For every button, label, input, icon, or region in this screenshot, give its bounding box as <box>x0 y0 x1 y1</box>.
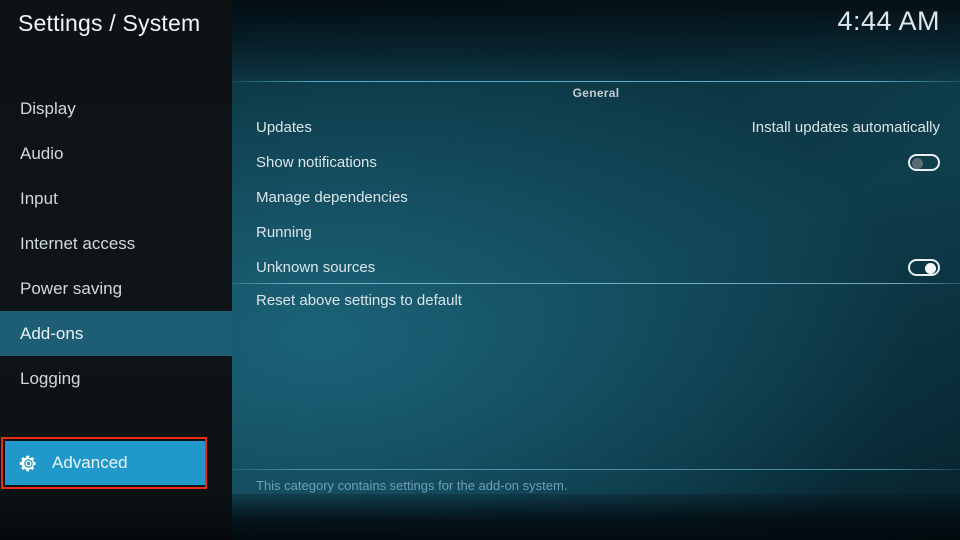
clock: 4:44 AM <box>837 6 940 36</box>
sidebar-item-power-saving[interactable]: Power saving <box>0 266 232 311</box>
sidebar-item-internet-access[interactable]: Internet access <box>0 221 232 266</box>
sidebar-item-advanced[interactable]: Advanced <box>5 441 205 485</box>
reset-divider <box>232 283 960 284</box>
setting-label: Running <box>256 224 312 241</box>
sidebar-item-logging[interactable]: Logging <box>0 356 232 401</box>
sidebar-item-label: Power saving <box>20 278 123 298</box>
settings-list: Updates Install updates automatically Sh… <box>256 110 940 285</box>
sidebar-item-label: Logging <box>20 368 81 388</box>
focus-highlight-box: Advanced <box>1 437 207 489</box>
reset-settings-button[interactable]: Reset above settings to default <box>256 292 462 309</box>
setting-row-running[interactable]: Running <box>256 215 940 250</box>
setting-row-manage-dependencies[interactable]: Manage dependencies <box>256 180 940 215</box>
setting-value-updates: Install updates automatically <box>751 119 940 136</box>
setting-row-show-notifications[interactable]: Show notifications <box>256 145 940 180</box>
page-title: Settings / System <box>18 10 201 36</box>
toggle-knob <box>925 263 936 274</box>
setting-label: Show notifications <box>256 154 377 171</box>
toggle-unknown-sources[interactable] <box>908 259 940 276</box>
sidebar-item-label: Display <box>20 98 76 118</box>
sidebar-item-add-ons[interactable]: Add-ons <box>0 311 232 356</box>
category-description: This category contains settings for the … <box>256 478 568 493</box>
sidebar-item-audio[interactable]: Audio <box>0 131 232 176</box>
sidebar-item-display[interactable]: Display <box>0 86 232 131</box>
sidebar-item-label: Add-ons <box>20 323 84 343</box>
settings-group-header: General <box>572 86 620 100</box>
sidebar-item-label: Input <box>20 188 58 208</box>
content-top-divider <box>232 81 960 82</box>
setting-label: Updates <box>256 119 312 136</box>
sidebar-item-label: Audio <box>20 143 64 163</box>
sidebar-bottom-fade <box>0 494 232 540</box>
sidebar-item-input[interactable]: Input <box>0 176 232 221</box>
setting-label: Unknown sources <box>256 259 376 276</box>
panel-bottom-fade <box>232 494 960 540</box>
gear-icon <box>19 454 38 473</box>
sidebar-item-label: Internet access <box>20 233 136 253</box>
sidebar-category-list: Display Audio Input Internet access Powe… <box>0 86 232 401</box>
kodi-settings-screen: Settings / System Display Audio Input In… <box>0 0 960 540</box>
description-divider <box>232 469 960 470</box>
setting-row-updates[interactable]: Updates Install updates automatically <box>256 110 940 145</box>
toggle-knob <box>912 158 923 169</box>
setting-label: Manage dependencies <box>256 189 408 206</box>
toggle-show-notifications[interactable] <box>908 154 940 171</box>
setting-row-unknown-sources[interactable]: Unknown sources <box>256 250 940 285</box>
sidebar-item-label: Advanced <box>52 453 128 472</box>
